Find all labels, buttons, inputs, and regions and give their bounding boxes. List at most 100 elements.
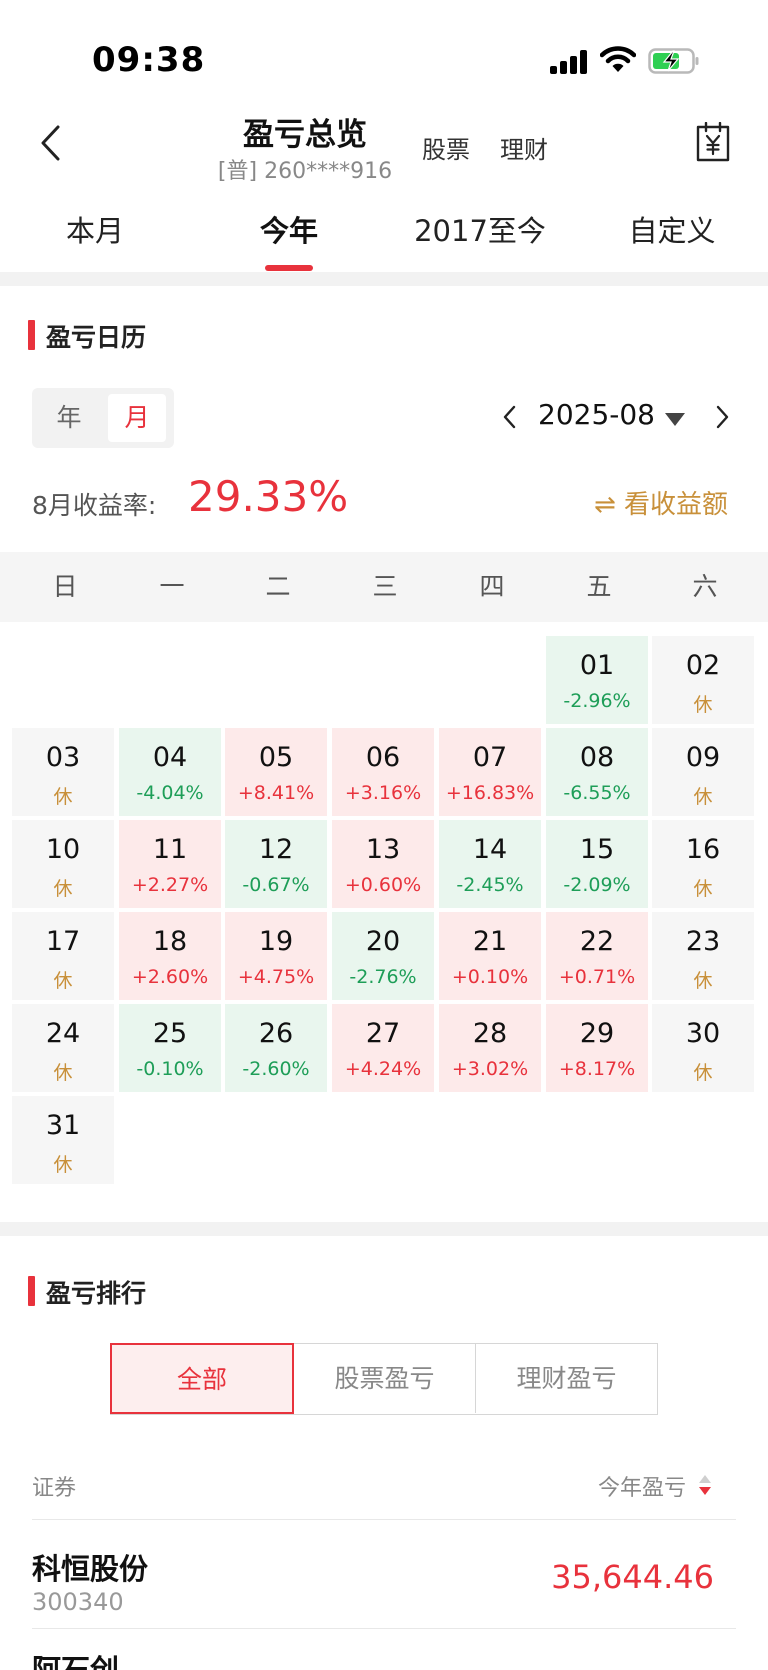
tab-finance-pnl[interactable]: 理财盈亏	[475, 1344, 657, 1413]
calendar-day-number: 01	[579, 650, 615, 681]
calendar-day-cell[interactable]: 09 休	[652, 728, 754, 816]
period-tabs: 本月 今年 2017至今 自定义	[0, 200, 768, 272]
ranking-row[interactable]: 阿石创	[0, 1629, 768, 1670]
weekday-label: 六	[692, 572, 718, 601]
calendar-day-number: 08	[579, 742, 615, 773]
weekday-label: 四	[479, 572, 505, 601]
calendar-day-cell[interactable]: 27 +4.24%	[332, 1004, 434, 1092]
current-month[interactable]: 2025-08	[538, 398, 655, 431]
calendar-day-cell[interactable]: 08 -6.55%	[546, 728, 648, 816]
calendar-day-cell[interactable]: 28 +3.02%	[439, 1004, 541, 1092]
section-marker	[28, 320, 35, 350]
calendar-day-cell[interactable]: 29 +8.17%	[546, 1004, 648, 1092]
calendar-day-number: 13	[365, 834, 401, 865]
calendar-day-number: 03	[45, 742, 81, 773]
bill-statement-icon[interactable]	[694, 122, 732, 164]
nav-link-finance[interactable]: 理财	[500, 130, 548, 165]
calendar-day-cell[interactable]: 20 -2.76%	[332, 912, 434, 1000]
battery-charging-icon	[648, 48, 699, 74]
calendar-day-cell[interactable]: 17 休	[12, 912, 114, 1000]
calendar-day-closed: 休	[693, 694, 713, 716]
column-header-pnl[interactable]: 今年盈亏	[598, 1470, 686, 1502]
calendar-day-cell[interactable]: 07 +16.83%	[439, 728, 541, 816]
calendar-day-cell[interactable]: 26 -2.60%	[225, 1004, 327, 1092]
calendar-day-cell[interactable]: 14 -2.45%	[439, 820, 541, 908]
back-icon[interactable]	[34, 123, 68, 163]
calendar-day-number: 16	[685, 834, 721, 865]
toggle-year-button[interactable]: 年	[40, 394, 98, 442]
sort-icon[interactable]	[697, 1472, 713, 1498]
weekday-label: 二	[265, 572, 291, 601]
calendar-day-cell[interactable]: 31 休	[12, 1096, 114, 1184]
toggle-month-button[interactable]: 月	[108, 394, 166, 442]
account-number: [普] 260****916	[217, 159, 393, 184]
monthly-return-value: 29.33%	[188, 472, 349, 521]
weekday-label: 三	[372, 572, 398, 601]
calendar-day-cell[interactable]: 04 -4.04%	[119, 728, 221, 816]
ranking-row[interactable]: 科恒股份 300340 35,644.46	[0, 1520, 768, 1628]
calendar-day-cell[interactable]: 25 -0.10%	[119, 1004, 221, 1092]
calendar-day-return: -2.09%	[563, 874, 631, 896]
weekday-label: 日	[52, 572, 78, 601]
calendar-day-cell[interactable]: 13 +0.60%	[332, 820, 434, 908]
calendar-day-number: 28	[472, 1018, 508, 1049]
calendar-day-cell[interactable]: 03 休	[12, 728, 114, 816]
calendar-day-number: 02	[685, 650, 721, 681]
security-code: 300340	[32, 1588, 124, 1616]
calendar-day-number: 15	[579, 834, 615, 865]
calendar-day-closed: 休	[693, 1062, 713, 1084]
calendar-day-return: -2.76%	[349, 966, 417, 988]
ranking-section-title: 盈亏排行	[46, 1279, 147, 1308]
calendar-day-cell[interactable]: 23 休	[652, 912, 754, 1000]
calendar-day-closed: 休	[53, 1154, 73, 1176]
calendar-day-cell[interactable]: 12 -0.67%	[225, 820, 327, 908]
calendar-day-cell[interactable]: 24 休	[12, 1004, 114, 1092]
active-tab-indicator	[265, 265, 313, 271]
tab-since-2017[interactable]: 2017至今	[410, 208, 550, 250]
status-time: 09:38	[92, 40, 206, 80]
calendar-day-cell[interactable]: 16 休	[652, 820, 754, 908]
chevron-right-icon[interactable]	[710, 402, 734, 432]
calendar-day-cell[interactable]: 19 +4.75%	[225, 912, 327, 1000]
tab-all[interactable]: 全部	[110, 1343, 294, 1414]
section-divider	[0, 272, 768, 286]
calendar-day-return: +2.27%	[131, 874, 209, 896]
nav-bar: 盈亏总览 [普] 260****916 股票 理财	[0, 105, 768, 190]
cellular-signal-icon	[550, 50, 590, 74]
calendar-day-number: 14	[472, 834, 508, 865]
calendar-day-closed: 休	[693, 786, 713, 808]
calendar-day-cell[interactable]: 05 +8.41%	[225, 728, 327, 816]
calendar-day-cell[interactable]: 18 +2.60%	[119, 912, 221, 1000]
calendar-section-title: 盈亏日历	[46, 323, 147, 352]
calendar-day-cell[interactable]: 02 休	[652, 636, 754, 724]
calendar-day-return: +8.41%	[237, 782, 315, 804]
chevron-left-icon[interactable]	[498, 402, 522, 432]
calendar-day-closed: 休	[53, 1062, 73, 1084]
calendar-day-cell[interactable]: 30 休	[652, 1004, 754, 1092]
calendar-day-number: 19	[258, 926, 294, 957]
calendar-day-cell[interactable]: 11 +2.27%	[119, 820, 221, 908]
status-bar: 09:38	[0, 0, 768, 110]
calendar-day-number: 04	[152, 742, 188, 773]
calendar-day-closed: 休	[53, 970, 73, 992]
calendar-day-cell[interactable]: 21 +0.10%	[439, 912, 541, 1000]
calendar-day-cell[interactable]: 15 -2.09%	[546, 820, 648, 908]
calendar-day-cell[interactable]: 01 -2.96%	[546, 636, 648, 724]
calendar-day-closed: 休	[53, 786, 73, 808]
calendar-day-number: 26	[258, 1018, 294, 1049]
tab-this-year[interactable]: 今年	[252, 208, 326, 250]
calendar-day-number: 24	[45, 1018, 81, 1049]
view-amount-button[interactable]: ⇌ 看收益额	[594, 484, 728, 521]
calendar-day-number: 10	[45, 834, 81, 865]
caret-down-icon[interactable]	[664, 408, 686, 430]
calendar-day-number: 22	[579, 926, 615, 957]
tab-this-month[interactable]: 本月	[60, 208, 130, 250]
calendar-day-cell[interactable]: 22 +0.71%	[546, 912, 648, 1000]
tab-custom[interactable]: 自定义	[624, 208, 720, 250]
tab-stock-pnl[interactable]: 股票盈亏	[293, 1344, 475, 1413]
calendar-day-cell[interactable]: 10 休	[12, 820, 114, 908]
calendar-day-return: +3.02%	[451, 1058, 529, 1080]
calendar-day-cell[interactable]: 06 +3.16%	[332, 728, 434, 816]
calendar-day-number: 21	[472, 926, 508, 957]
nav-link-stock[interactable]: 股票	[422, 130, 470, 165]
